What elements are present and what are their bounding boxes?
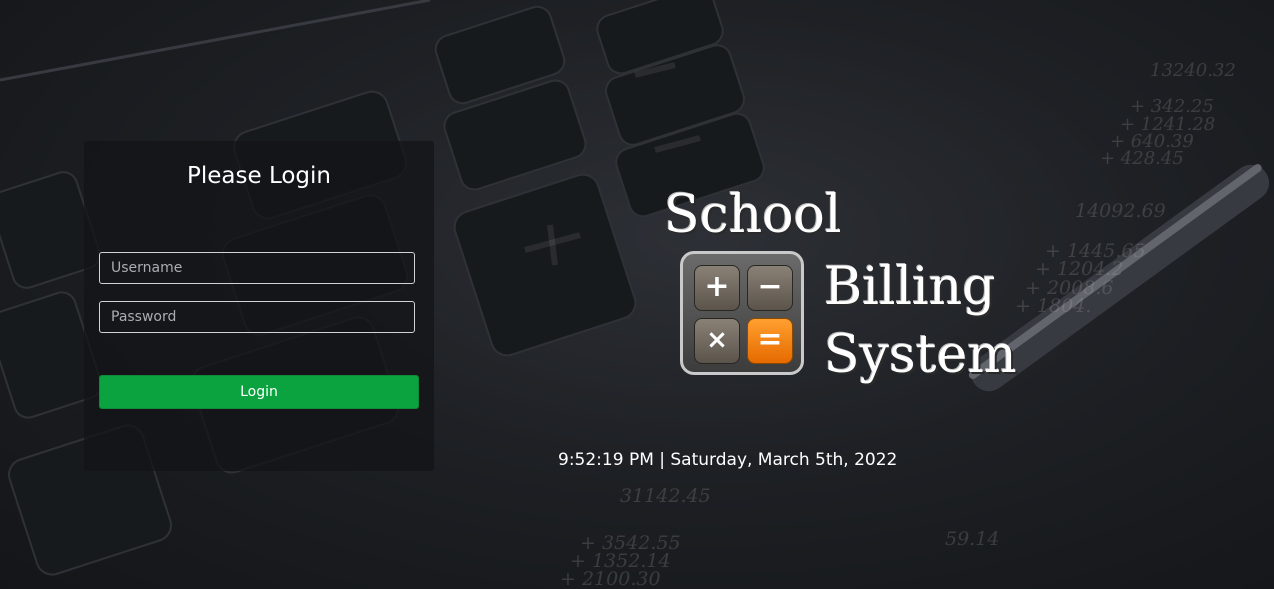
login-title: Please Login [187,163,331,189]
logo-word-school: School [664,185,842,245]
equals-key-icon: = [747,318,793,364]
clock-datetime: 9:52:19 PM | Saturday, March 5th, 2022 [558,450,898,470]
app-logo: School + − × = Billing System [660,185,1017,385]
minus-key-icon: − [747,265,793,311]
logo-word-billing: Billing [824,257,996,317]
password-input[interactable] [99,301,415,333]
login-panel: Please Login Login [84,141,434,471]
calculator-icon: + − × = [680,251,804,375]
login-button[interactable]: Login [99,375,419,409]
username-input[interactable] [99,252,415,284]
logo-word-system: System [824,325,1017,385]
plus-key-icon: + [694,265,740,311]
multiply-key-icon: × [694,318,740,364]
login-page: 13240.32 + 342.25 + 1241.28 + 640.39 + 4… [0,0,1274,589]
